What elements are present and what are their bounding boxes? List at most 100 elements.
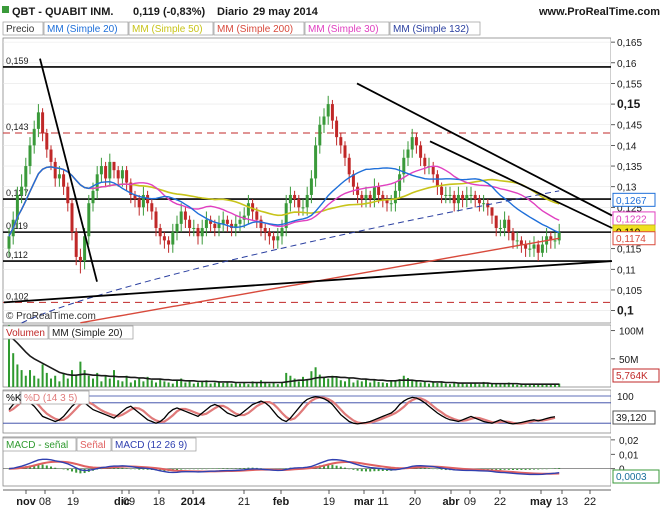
macd-histogram-bar (537, 468, 540, 470)
volume-bar (339, 380, 342, 387)
volume-bar (16, 364, 19, 387)
macd-histogram-bar (129, 468, 132, 470)
candle-body (477, 199, 481, 204)
macd-histogram-bar (239, 468, 241, 469)
candle-body (116, 170, 120, 179)
macd-histogram-bar (360, 468, 363, 472)
volume-bar (33, 375, 36, 387)
volume-bar (365, 379, 367, 387)
price-y-tick-label: 0,115 (617, 245, 642, 256)
macd-histogram-bar (503, 468, 506, 470)
candle-body (120, 170, 124, 179)
macd-histogram-bar (213, 468, 216, 469)
candle-body (91, 190, 95, 204)
volume-bar (297, 381, 300, 387)
value-tag-label: 0,1174 (616, 234, 646, 245)
macd-histogram-bar (524, 468, 527, 470)
candle-body (482, 203, 486, 205)
volume-bar (234, 383, 237, 387)
volume-bar (402, 375, 405, 387)
candle-body (162, 236, 166, 241)
volume-bar (272, 383, 275, 387)
x-tick-label: 2014 (181, 496, 206, 508)
x-tick-label: 21 (238, 496, 250, 508)
price-legend-label: MM (Simple 132) (393, 24, 469, 35)
volume-bar (444, 383, 447, 387)
candle-body (494, 215, 498, 228)
volume-bar (104, 375, 107, 387)
volume-bar (213, 382, 216, 387)
volume-bar (117, 380, 120, 387)
site-label[interactable]: www.ProRealTime.com (538, 6, 660, 18)
candle-body (356, 186, 360, 195)
volume-bar (113, 370, 115, 387)
candle-body (519, 240, 523, 245)
macd-y-tick-label: 0,01 (619, 450, 639, 461)
candle-body (66, 186, 70, 204)
value-tag-label: 0,1267 (616, 196, 647, 207)
price-y-tick-label: 0,155 (617, 79, 642, 90)
macd-histogram-bar (188, 468, 191, 470)
level-label: 0,143 (6, 122, 29, 132)
volume-bar (457, 383, 460, 387)
volume-bar (41, 364, 44, 387)
volume-bar (407, 377, 409, 387)
macd-histogram-bar (134, 468, 136, 470)
volume-bar (37, 378, 40, 387)
candle-body (318, 124, 322, 146)
candle-body (125, 170, 129, 183)
macd-histogram-bar (41, 464, 44, 469)
macd-histogram-bar (62, 468, 65, 470)
macd-histogram-bar (138, 468, 141, 470)
volume-bar (50, 378, 52, 387)
volume-bar (108, 378, 111, 387)
candle-body (507, 219, 511, 233)
candle-body (158, 228, 162, 237)
price-y-tick-label: 0,145 (617, 121, 642, 132)
candle-body (360, 194, 364, 200)
candle-body (431, 166, 435, 175)
price-legend-label: MM (Simple 30) (308, 24, 379, 35)
macd-histogram-bar (545, 468, 548, 470)
volume-bar (423, 381, 426, 387)
volume-bar (373, 380, 376, 387)
candle-body (540, 244, 544, 253)
macd-histogram-bar (192, 468, 195, 470)
volume-bar (390, 381, 393, 387)
x-tick-label: 19 (323, 496, 335, 508)
volume-bar (155, 382, 157, 387)
stochastic-legend-label: %D (14 3 5) (24, 393, 77, 404)
volume-bar (293, 378, 296, 387)
candle-body (536, 244, 540, 253)
candle-body (532, 244, 536, 249)
volume-bar (121, 381, 124, 387)
macd-histogram-bar (205, 468, 208, 470)
candle-body (398, 174, 402, 191)
macd-histogram-bar (335, 465, 338, 469)
macd-histogram-bar (428, 468, 430, 469)
price-panel-frame (2, 37, 612, 324)
macd-histogram-bar (558, 467, 561, 469)
candle-body (528, 248, 532, 250)
x-tick-label: 11 (377, 496, 388, 508)
volume-bar (419, 382, 422, 387)
macd-histogram-bar (117, 467, 120, 469)
ticker-label: QBT - QUABIT INM. (12, 6, 113, 18)
candle-body (32, 128, 36, 146)
volume-bar (20, 370, 23, 387)
candle-body (347, 157, 351, 175)
volume-legend-label: Volumen (6, 328, 45, 339)
volume-bar (348, 378, 351, 387)
macd-histogram-bar (66, 468, 69, 471)
price-legend-label: MM (Simple 200) (217, 24, 293, 35)
candle-body (192, 228, 196, 229)
x-tick-label: 18 (153, 496, 165, 508)
macd-histogram-bar (54, 467, 57, 469)
chart-root: QBT - QUABIT INM. 0,119 (-0,83%) Diario … (0, 0, 665, 510)
x-tick-label: 08 (39, 496, 51, 508)
quote-label: 0,119 (-0,83%) (133, 6, 205, 18)
stochastic-value-tag-label: 39,120 (616, 413, 647, 424)
candle-body (322, 116, 326, 125)
volume-bar (184, 382, 187, 387)
candle-body (87, 203, 91, 237)
